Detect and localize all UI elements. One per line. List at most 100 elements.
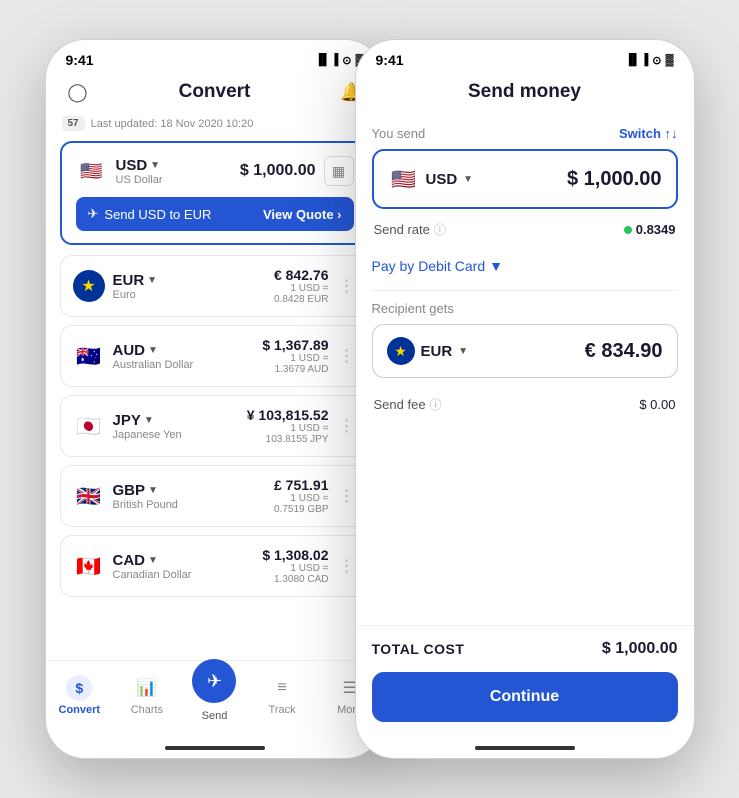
jpy-name: Japanese Yen [113,429,182,441]
nav-label-convert: Convert [59,704,101,716]
nav-item-charts[interactable]: 📊 Charts [113,675,181,716]
battery-icon-2: ▓ [665,54,673,66]
view-quote-btn[interactable]: View Quote › [263,207,342,222]
home-indicator-2 [356,738,694,758]
green-dot [624,226,632,234]
main-currency-left: 🇺🇸 USD ▼ US Dollar [76,155,163,187]
home-bar-2 [475,746,575,750]
aud-code: AUD ▼ [113,342,194,359]
cad-code: CAD ▼ [113,552,192,569]
wifi-icon: ⊙ [342,54,351,67]
nav-label-track: Track [269,704,296,716]
switch-button[interactable]: Switch ↑↓ [619,126,678,141]
continue-button[interactable]: Continue [372,672,678,722]
phone-send-money: 9:41 ▐▌▐ ⊙ ▓ ‹ Send money ✕ You send Swi… [355,39,695,759]
aud-left: 🇦🇺 AUD ▼ Australian Dollar [73,340,194,372]
to-caret: ▼ [458,346,468,357]
aud-amounts: $ 1,367.89 1 USD =1.3679 AUD [262,337,328,375]
signal-icon: ▐▌▐ [315,54,338,66]
eur-flag: ★ [73,270,105,302]
send-plane-icon: ✈ [88,206,99,222]
cad-menu[interactable]: ⋮ [337,556,357,576]
main-currency-row: 🇺🇸 USD ▼ US Dollar $ 1,000.00 ▦ [76,155,354,187]
usd-flag: 🇺🇸 [76,155,108,187]
signal-icon-2: ▐▌▐ [625,54,648,66]
to-amount: € 834.90 [585,340,663,363]
gbp-right: £ 751.91 1 USD =0.7519 GBP ⋮ [274,477,357,515]
from-currency-selector[interactable]: 🇺🇸 USD ▼ [388,163,474,195]
gbp-flag: 🇬🇧 [73,480,105,512]
home-bar-1 [165,746,265,750]
cad-amounts: $ 1,308.02 1 USD =1.3080 CAD [262,547,328,585]
header-2: ‹ Send money ✕ [356,74,694,116]
eur-menu[interactable]: ⋮ [337,276,357,296]
currency-item-eur[interactable]: ★ EUR ▼ Euro € 842.76 1 USD =0.8428 [60,255,370,317]
charts-icon: 📊 [134,675,160,701]
nav-label-send: Send [202,710,228,722]
jpy-code: JPY ▼ [113,412,182,429]
send-fee-row: Send fee ⓘ $ 0.00 [372,390,678,419]
fee-info-icon: ⓘ [430,396,442,413]
last-updated-text: Last updated: 18 Nov 2020 10:20 [91,118,254,130]
eur-code: EUR ▼ [113,272,158,289]
main-currency-right: $ 1,000.00 ▦ [240,156,354,186]
to-currency-selector[interactable]: ★ EUR ▼ [387,337,469,365]
send-section: You send Switch ↑↓ 🇺🇸 USD ▼ $ 1,000.00 S… [356,116,694,625]
cad-right: $ 1,308.02 1 USD =1.3080 CAD ⋮ [262,547,356,585]
jpy-menu[interactable]: ⋮ [337,416,357,436]
main-currency-card[interactable]: 🇺🇸 USD ▼ US Dollar $ 1,000.00 ▦ [60,141,370,245]
page-title-2: Send money [402,81,648,103]
home-indicator-1 [46,738,384,758]
aud-menu[interactable]: ⋮ [337,346,357,366]
status-bar-2: 9:41 ▐▌▐ ⊙ ▓ [356,40,694,74]
from-currency-card[interactable]: 🇺🇸 USD ▼ $ 1,000.00 [372,149,678,209]
total-cost-value: $ 1,000.00 [602,640,678,658]
you-send-label: You send [372,126,426,141]
status-icons-2: ▐▌▐ ⊙ ▓ [625,54,674,67]
you-send-row: You send Switch ↑↓ [372,126,678,141]
currency-item-jpy[interactable]: 🇯🇵 JPY ▼ Japanese Yen ¥ 103,815.52 [60,395,370,457]
main-currency-name: US Dollar [116,174,163,186]
rate-info-icon: ⓘ [434,221,446,238]
main-currency-code[interactable]: USD ▼ [116,157,163,174]
from-flag: 🇺🇸 [388,163,420,195]
pay-method-caret: ▼ [489,258,503,274]
send-bar[interactable]: ✈ Send USD to EUR View Quote › [76,197,354,231]
bottom-nav: $ Convert 📊 Charts ✈ Send ≡ Track ☰ More [46,660,384,738]
send-rate-value: 0.8349 [624,222,676,237]
track-icon: ≡ [269,675,295,701]
to-currency-card[interactable]: ★ EUR ▼ € 834.90 [372,324,678,378]
aud-name: Australian Dollar [113,359,194,371]
time-2: 9:41 [376,52,404,68]
eur-amounts: € 842.76 1 USD =0.8428 EUR [274,267,329,305]
cad-name: Canadian Dollar [113,569,192,581]
currency-item-gbp[interactable]: 🇬🇧 GBP ▼ British Pound £ 751.91 1 [60,465,370,527]
profile-icon[interactable]: ◯ [64,78,92,106]
jpy-flag: 🇯🇵 [73,410,105,442]
phone-convert: 9:41 ▐▌▐ ⊙ ▓ ◯ Convert 🔔 57 Last updated… [45,39,385,759]
currency-item-aud[interactable]: 🇦🇺 AUD ▼ Australian Dollar $ 1,367.89 [60,325,370,387]
time-1: 9:41 [66,52,94,68]
eur-left: ★ EUR ▼ Euro [73,270,158,302]
wifi-icon-2: ⊙ [652,54,661,67]
send-fab[interactable]: ✈ [192,659,236,703]
cad-flag: 🇨🇦 [73,550,105,582]
recipient-gets-row: Recipient gets [372,301,678,316]
currency-item-cad[interactable]: 🇨🇦 CAD ▼ Canadian Dollar $ 1,308.02 [60,535,370,597]
calendar-icon[interactable]: ▦ [324,156,354,186]
to-flag: ★ [387,337,415,365]
aud-right: $ 1,367.89 1 USD =1.3679 AUD ⋮ [262,337,356,375]
send-rate-label: Send rate ⓘ [374,221,446,238]
status-bar-1: 9:41 ▐▌▐ ⊙ ▓ [46,40,384,74]
page-title-1: Convert [92,81,338,103]
nav-item-track[interactable]: ≡ Track [248,675,316,716]
from-amount: $ 1,000.00 [567,168,662,191]
nav-item-send[interactable]: ✈ Send [181,659,249,722]
currency-list: ★ EUR ▼ Euro € 842.76 1 USD =0.8428 [60,255,370,597]
gbp-menu[interactable]: ⋮ [337,486,357,506]
eur-right: € 842.76 1 USD =0.8428 EUR ⋮ [274,267,357,305]
pay-method-row[interactable]: Pay by Debit Card ▼ [372,248,678,284]
total-cost-bar: TOTAL COST $ 1,000.00 [356,625,694,672]
nav-item-convert[interactable]: $ Convert [46,675,114,716]
eur-name: Euro [113,289,158,301]
